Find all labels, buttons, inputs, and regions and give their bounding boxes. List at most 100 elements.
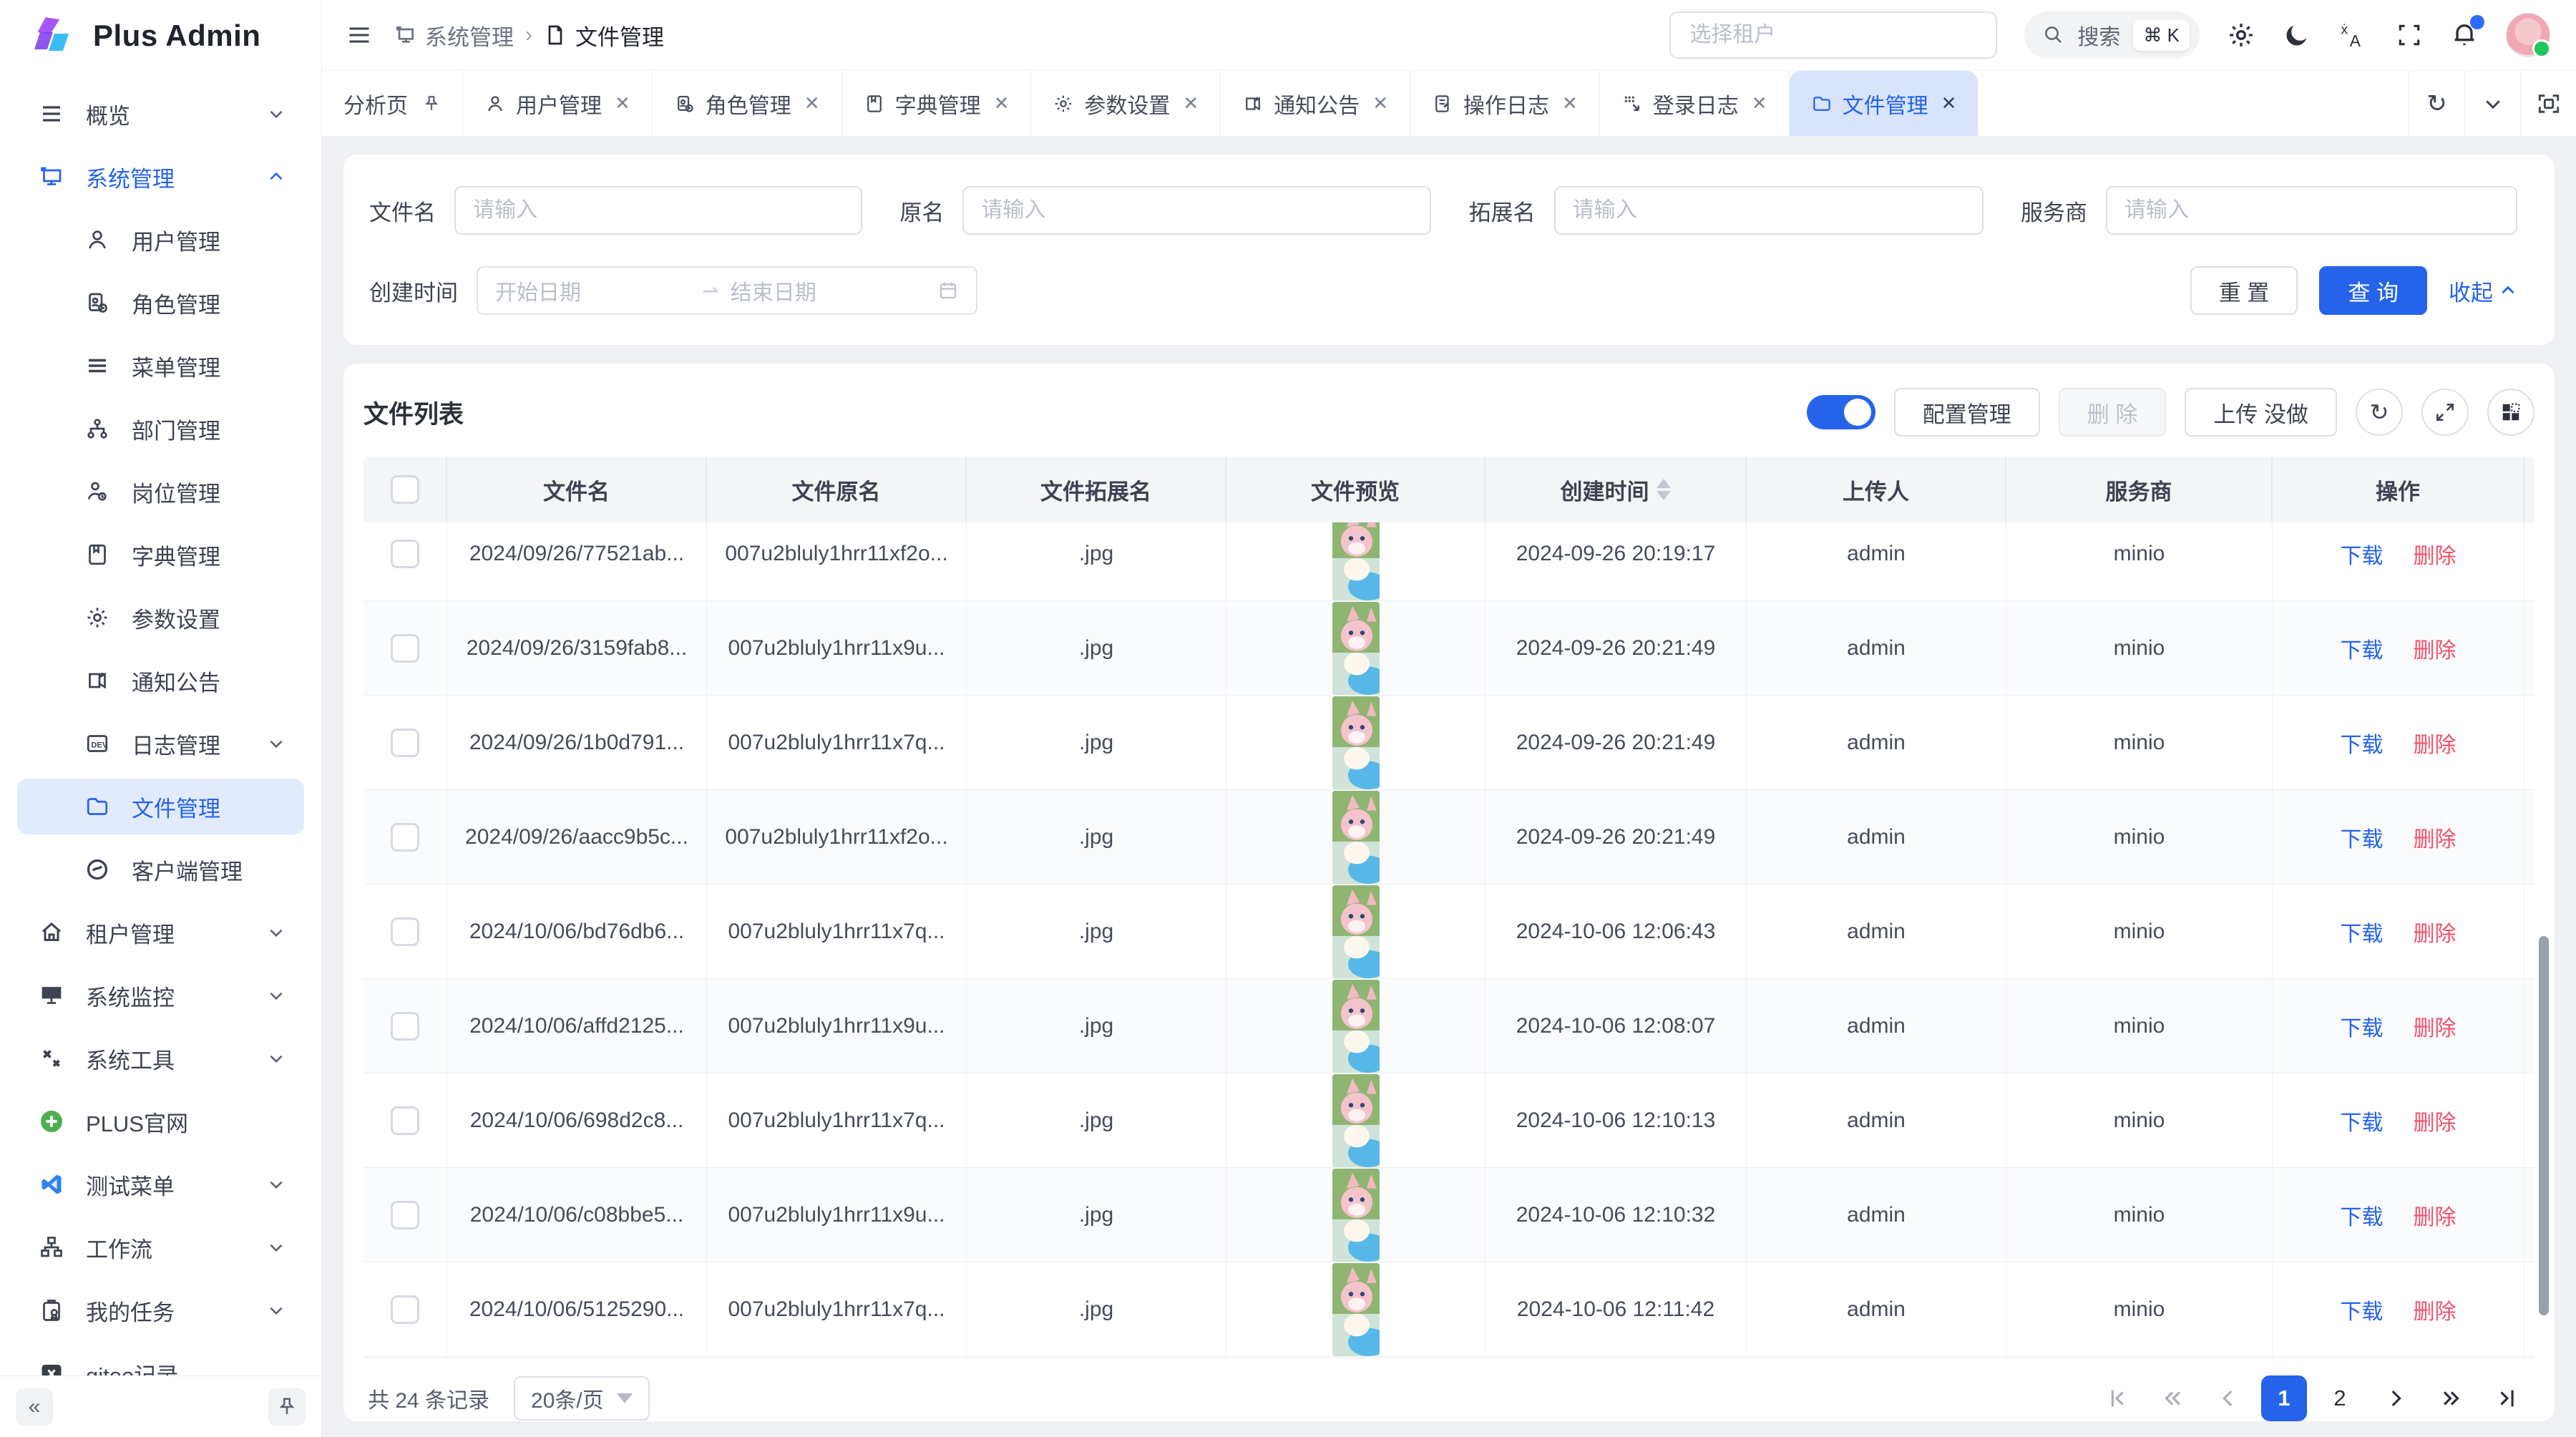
filter-input-拓展名[interactable] bbox=[1554, 186, 1984, 235]
sidebar-item-工作流[interactable]: 工作流 bbox=[17, 1219, 304, 1275]
download-link[interactable]: 下载 bbox=[2341, 1010, 2384, 1042]
close-tab-icon[interactable]: ✕ bbox=[615, 92, 630, 115]
close-tab-icon[interactable]: ✕ bbox=[804, 92, 820, 115]
row-checkbox[interactable] bbox=[391, 1201, 419, 1229]
next-page-icon[interactable] bbox=[2373, 1375, 2419, 1421]
download-link[interactable]: 下载 bbox=[2341, 1199, 2384, 1231]
download-link[interactable]: 下载 bbox=[2341, 822, 2384, 853]
tab-文件管理[interactable]: 文件管理✕ bbox=[1790, 71, 1979, 136]
sidebar-item-菜单管理[interactable]: 菜单管理 bbox=[17, 338, 304, 394]
sort-carets-icon[interactable] bbox=[1657, 479, 1671, 500]
row-checkbox[interactable] bbox=[391, 540, 419, 568]
file-preview-cell[interactable] bbox=[1226, 1073, 1485, 1167]
sidebar-item-系统管理[interactable]: 系统管理 bbox=[17, 149, 304, 205]
tab-分析页[interactable]: 分析页 bbox=[322, 71, 463, 136]
sidebar-item-概览[interactable]: 概览 bbox=[17, 86, 304, 142]
file-preview-cell[interactable] bbox=[1226, 522, 1485, 600]
fullscreen-icon[interactable] bbox=[2396, 21, 2423, 49]
sidebar-item-部门管理[interactable]: 部门管理 bbox=[17, 401, 304, 457]
sidebar-item-参数设置[interactable]: 参数设置 bbox=[17, 590, 304, 646]
search-panel-toggle[interactable] bbox=[1807, 395, 1875, 429]
tab-登录日志[interactable]: 登录日志✕ bbox=[1600, 71, 1790, 136]
delete-link[interactable]: 删除 bbox=[2414, 1105, 2457, 1136]
delete-link[interactable]: 删除 bbox=[2414, 1294, 2457, 1325]
content-fullscreen-icon[interactable] bbox=[2520, 71, 2576, 136]
delete-link[interactable]: 删除 bbox=[2414, 916, 2457, 948]
row-checkbox[interactable] bbox=[391, 917, 419, 946]
file-preview-cell[interactable] bbox=[1226, 979, 1485, 1073]
file-preview-cell[interactable] bbox=[1226, 1262, 1485, 1356]
sidebar-item-系统监控[interactable]: 系统监控 bbox=[17, 968, 304, 1023]
download-link[interactable]: 下载 bbox=[2341, 538, 2384, 570]
sidebar-item-文件管理[interactable]: 文件管理 bbox=[17, 779, 304, 834]
search-button[interactable]: 查 询 bbox=[2319, 266, 2427, 315]
jump-back-icon[interactable] bbox=[2150, 1375, 2195, 1421]
collapse-filters-link[interactable]: 收起 bbox=[2449, 275, 2517, 307]
first-page-icon[interactable] bbox=[2094, 1375, 2140, 1421]
download-link[interactable]: 下载 bbox=[2341, 727, 2384, 759]
sidebar-item-角色管理[interactable]: 角色管理 bbox=[17, 275, 304, 331]
tab-menu-chevron-icon[interactable] bbox=[2464, 71, 2520, 136]
refresh-table-icon[interactable]: ↻ bbox=[2356, 389, 2403, 436]
last-page-icon[interactable] bbox=[2484, 1375, 2530, 1421]
collapse-sidebar-button[interactable]: « bbox=[16, 1388, 53, 1426]
sidebar-item-通知公告[interactable]: 通知公告 bbox=[17, 653, 304, 708]
row-checkbox[interactable] bbox=[391, 823, 419, 852]
filter-input-服务商[interactable] bbox=[2106, 186, 2517, 235]
page-button-2[interactable]: 2 bbox=[2317, 1375, 2363, 1421]
close-tab-icon[interactable]: ✕ bbox=[1372, 92, 1388, 115]
column-header-创建时间[interactable]: 创建时间 bbox=[1485, 457, 1747, 522]
page-size-select[interactable]: 20条/页 bbox=[514, 1376, 650, 1421]
tab-操作日志[interactable]: 操作日志✕ bbox=[1410, 71, 1600, 136]
vertical-scrollbar[interactable] bbox=[2539, 936, 2549, 1315]
hamburger-menu-icon[interactable] bbox=[346, 22, 372, 48]
delete-link[interactable]: 删除 bbox=[2414, 633, 2457, 664]
date-range-input[interactable]: 开始日期 ⇀ 结束日期 bbox=[477, 266, 977, 315]
tab-角色管理[interactable]: 角色管理✕ bbox=[653, 71, 842, 136]
file-preview-cell[interactable] bbox=[1226, 1168, 1485, 1262]
logo[interactable]: Plus Admin bbox=[0, 0, 321, 72]
breadcrumb-item-files[interactable]: 文件管理 bbox=[544, 19, 664, 52]
row-checkbox[interactable] bbox=[391, 1012, 419, 1041]
close-tab-icon[interactable]: ✕ bbox=[1752, 92, 1767, 115]
sidebar-item-日志管理[interactable]: DEV日志管理 bbox=[17, 716, 304, 771]
sidebar-item-系统工具[interactable]: 系统工具 bbox=[17, 1031, 304, 1086]
pin-icon[interactable] bbox=[422, 94, 441, 113]
row-checkbox[interactable] bbox=[391, 634, 419, 663]
dark-mode-moon-icon[interactable] bbox=[2283, 21, 2311, 49]
sidebar-item-我的任务[interactable]: 我的任务 bbox=[17, 1282, 304, 1338]
upload-button[interactable]: 上传 没做 bbox=[2185, 388, 2337, 437]
prev-page-icon[interactable] bbox=[2205, 1375, 2251, 1421]
sidebar-item-租户管理[interactable]: 租户管理 bbox=[17, 905, 304, 960]
refresh-tab-icon[interactable]: ↻ bbox=[2409, 71, 2464, 136]
sidebar-item-PLUS官网[interactable]: PLUS官网 bbox=[17, 1093, 304, 1149]
page-button-1[interactable]: 1 bbox=[2261, 1375, 2307, 1421]
sidebar-item-测试菜单[interactable]: 测试菜单 bbox=[17, 1156, 304, 1212]
download-link[interactable]: 下载 bbox=[2341, 633, 2384, 664]
file-preview-cell[interactable] bbox=[1226, 790, 1485, 884]
download-link[interactable]: 下载 bbox=[2341, 916, 2384, 948]
reset-button[interactable]: 重 置 bbox=[2190, 266, 2298, 315]
file-preview-cell[interactable] bbox=[1226, 885, 1485, 978]
sidebar-item-客户端管理[interactable]: 客户端管理 bbox=[17, 842, 304, 897]
tenant-select-input[interactable] bbox=[1669, 11, 1997, 59]
delete-link[interactable]: 删除 bbox=[2414, 538, 2457, 570]
file-preview-cell[interactable] bbox=[1226, 696, 1485, 789]
close-tab-icon[interactable]: ✕ bbox=[1183, 92, 1199, 115]
row-checkbox[interactable] bbox=[391, 1295, 419, 1324]
column-settings-icon[interactable] bbox=[2487, 389, 2534, 436]
sidebar-item-字典管理[interactable]: 字典管理 bbox=[17, 527, 304, 583]
batch-delete-button[interactable]: 删 除 bbox=[2059, 388, 2167, 437]
language-translate-icon[interactable]: ẋA bbox=[2338, 20, 2368, 50]
filter-input-原名[interactable] bbox=[962, 186, 1431, 235]
tab-通知公告[interactable]: 通知公告✕ bbox=[1221, 71, 1410, 136]
delete-link[interactable]: 删除 bbox=[2414, 1199, 2457, 1231]
close-tab-icon[interactable]: ✕ bbox=[1941, 92, 1957, 115]
download-link[interactable]: 下载 bbox=[2341, 1105, 2384, 1136]
sidebar-item-岗位管理[interactable]: 岗位管理 bbox=[17, 464, 304, 520]
global-search-button[interactable]: 搜索 ⌘ K bbox=[2024, 11, 2200, 59]
delete-link[interactable]: 删除 bbox=[2414, 822, 2457, 853]
select-all-checkbox[interactable] bbox=[391, 475, 419, 504]
close-tab-icon[interactable]: ✕ bbox=[1562, 92, 1578, 115]
tab-字典管理[interactable]: 字典管理✕ bbox=[842, 71, 1032, 136]
